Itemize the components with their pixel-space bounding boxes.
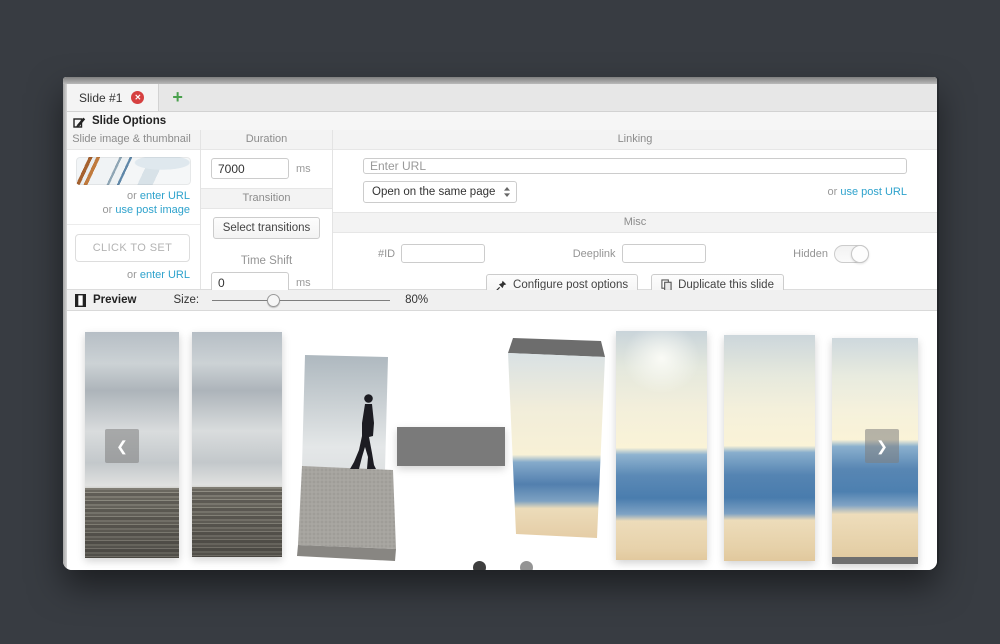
preview-strip-3-businessman [293, 353, 400, 568]
tab-slide-1-label: Slide #1 [79, 91, 122, 105]
use-post-url-link[interactable]: use post URL [840, 186, 907, 198]
or-text: or [103, 204, 113, 216]
column-slide-image: Slide image & thumbnail or enter URL or … [63, 130, 201, 289]
preview-toolbar: Preview Size: 80% [63, 290, 937, 311]
time-shift-label: Time Shift [201, 255, 332, 267]
slide-options-grid: Slide image & thumbnail or enter URL or … [63, 130, 937, 290]
preview-next-arrow[interactable]: ❯ [865, 429, 899, 463]
column-timing: Duration ms Transition Select transition… [201, 130, 333, 289]
slide-options-title: Slide Options [92, 115, 166, 127]
thumbnail-click-to-set[interactable]: CLICK TO SET [75, 234, 190, 262]
delete-slide-icon[interactable]: ✕ [131, 91, 144, 104]
pushpin-icon [496, 280, 507, 291]
film-frame-icon [75, 294, 86, 307]
link-target-select[interactable]: Open on the same page [363, 181, 517, 203]
link-target-value: Open on the same page [372, 186, 495, 198]
slider-track[interactable] [212, 300, 390, 302]
slider-editor-window: Slide #1 ✕ + Slide Options Slide image &… [63, 77, 937, 570]
edit-pencil-icon [73, 115, 86, 128]
pagination-dot-active[interactable] [473, 561, 486, 570]
window-top-bevel [63, 77, 937, 84]
tab-slide-1[interactable]: Slide #1 ✕ [63, 84, 159, 111]
slide-options-header: Slide Options [63, 112, 937, 130]
preview-size-value: 80% [405, 294, 428, 306]
link-url-input[interactable] [363, 158, 907, 174]
column-divider [63, 224, 200, 225]
misc-header: Misc [333, 212, 937, 233]
use-post-image-link[interactable]: use post image [115, 204, 190, 216]
hidden-toggle[interactable] [834, 245, 869, 263]
time-shift-unit: ms [296, 277, 311, 289]
or-text: or [127, 190, 137, 202]
column-linking-misc: Linking Open on the same page or use pos… [333, 130, 937, 289]
select-stepper-icon [503, 186, 511, 198]
deeplink-input[interactable] [622, 244, 706, 263]
slider-knob[interactable] [267, 294, 280, 307]
hidden-label: Hidden [793, 248, 828, 260]
preview-strip-4-beach-cube [506, 338, 608, 549]
slide-tabbar: Slide #1 ✕ + [63, 84, 937, 112]
image-url-links: or enter URL or use post image [63, 188, 200, 224]
deeplink-label: Deeplink [573, 248, 616, 260]
transition-header: Transition [201, 188, 332, 209]
duration-header: Duration [201, 130, 332, 150]
id-label: #ID [378, 248, 395, 260]
enter-url-link[interactable]: enter URL [140, 190, 190, 202]
thumb-url-link: or enter URL [63, 266, 200, 289]
slider-preview-canvas: ❮ ❯ [63, 311, 937, 570]
preview-prev-arrow[interactable]: ❮ [105, 429, 139, 463]
preview-strip-2-sky [192, 332, 282, 557]
duration-input[interactable] [211, 158, 289, 179]
or-text: or [828, 186, 838, 198]
preview-size-label: Size: [173, 294, 199, 306]
or-text: or [127, 269, 137, 281]
window-left-bevel [63, 84, 67, 570]
select-transitions-button[interactable]: Select transitions [213, 217, 321, 239]
preview-size-slider[interactable] [212, 294, 390, 307]
linking-header: Linking [333, 130, 937, 150]
preview-strip-6-beach [724, 335, 815, 561]
slide-image-header: Slide image & thumbnail [63, 130, 200, 150]
preview-strip-5-beach [616, 331, 707, 560]
id-input[interactable] [401, 244, 485, 263]
preview-label: Preview [93, 294, 136, 306]
duration-unit: ms [296, 163, 311, 175]
preview-transition-block [397, 427, 505, 466]
thumb-enter-url-link[interactable]: enter URL [140, 269, 190, 281]
toggle-knob [851, 245, 869, 263]
add-slide-button[interactable]: + [159, 84, 196, 111]
pagination-dot[interactable] [520, 561, 533, 570]
slide-thumbnail-image[interactable] [76, 157, 191, 185]
